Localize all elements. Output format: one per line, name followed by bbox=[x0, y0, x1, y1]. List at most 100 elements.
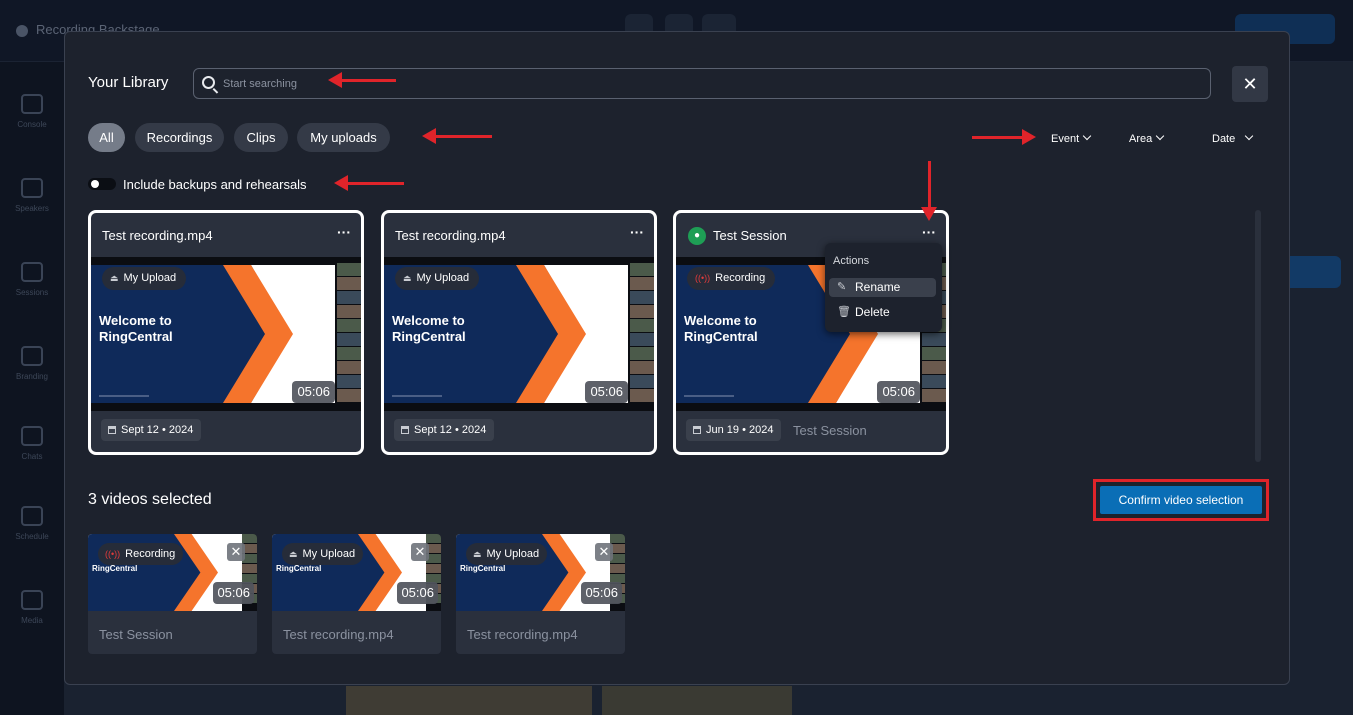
search-box[interactable] bbox=[193, 68, 1211, 99]
background-sidebar-item: Media bbox=[12, 590, 52, 625]
source-badge: ⏏ My Upload bbox=[282, 543, 364, 565]
source-badge: ⏏ My Upload bbox=[102, 267, 187, 290]
slide-title: RingCentral bbox=[276, 564, 322, 573]
video-thumbnail: Welcome to RingCentral ⏏ My Upload 05:06 bbox=[91, 257, 361, 411]
annotation-arrow bbox=[328, 72, 396, 88]
duration-label: 05:06 bbox=[585, 381, 628, 403]
more-options-icon[interactable]: ··· bbox=[337, 224, 351, 240]
event-filter-label: Event bbox=[1051, 133, 1080, 145]
edit-icon: ✎ bbox=[837, 281, 847, 293]
tab-recordings[interactable]: Recordings bbox=[135, 123, 224, 152]
card-session-name: Test Session bbox=[793, 423, 867, 438]
backups-toggle-label: Include backups and rehearsals bbox=[123, 177, 307, 192]
selected-video-name: Test Session bbox=[99, 627, 173, 642]
close-button[interactable]: ✕ bbox=[1232, 66, 1268, 102]
source-badge: ((•)) Recording bbox=[98, 543, 184, 565]
close-icon: ✕ bbox=[1242, 74, 1258, 94]
remove-selection-button[interactable]: ✕ bbox=[411, 543, 429, 561]
delete-menu-item[interactable]: 🗑 Delete bbox=[829, 303, 936, 322]
actions-menu: Actions ✎ Rename 🗑 Delete bbox=[825, 243, 942, 332]
tab-all[interactable]: All bbox=[88, 123, 125, 152]
recording-icon: ((•)) bbox=[695, 273, 711, 283]
duration-label: 05:06 bbox=[213, 582, 254, 604]
selected-count-heading: 3 videos selected bbox=[88, 491, 212, 508]
date-badge: Sept 12 • 2024 bbox=[394, 419, 495, 441]
annotation-arrow bbox=[972, 129, 1036, 145]
tab-clips[interactable]: Clips bbox=[234, 123, 288, 152]
search-input[interactable] bbox=[223, 75, 1123, 93]
search-icon bbox=[202, 76, 215, 89]
slide-title: RingCentral bbox=[460, 564, 506, 573]
source-badge: ⏏ My Upload bbox=[466, 543, 548, 565]
toggle-knob bbox=[91, 180, 99, 188]
upload-icon: ⏏ bbox=[403, 273, 412, 283]
calendar-icon bbox=[693, 426, 701, 434]
upload-icon: ⏏ bbox=[473, 549, 482, 559]
recording-icon: ((•)) bbox=[105, 549, 121, 559]
background-sidebar-item: Speakers bbox=[12, 178, 52, 213]
annotation-arrow bbox=[334, 175, 404, 191]
calendar-icon bbox=[108, 426, 116, 434]
slide-title: Welcome to RingCentral bbox=[392, 313, 466, 344]
slide-title: Welcome to RingCentral bbox=[99, 313, 173, 344]
annotation-arrow bbox=[422, 128, 492, 144]
upload-icon: ⏏ bbox=[110, 273, 119, 283]
card-title: Test recording.mp4 bbox=[102, 228, 213, 243]
chevron-down-icon bbox=[1245, 131, 1254, 141]
upload-icon: ⏏ bbox=[289, 549, 298, 559]
more-options-icon[interactable]: ··· bbox=[630, 224, 644, 240]
background-sidebar-item: Console bbox=[12, 94, 52, 129]
selected-video-card: RingCentral ⏏ My Upload ✕ 05:06 Test reco… bbox=[272, 534, 441, 654]
date-badge: Jun 19 • 2024 bbox=[686, 419, 782, 441]
duration-label: 05:06 bbox=[877, 381, 920, 403]
area-filter-dropdown[interactable]: Area bbox=[1129, 131, 1165, 145]
selected-video-card: RingCentral ⏏ My Upload ✕ 05:06 Test reco… bbox=[456, 534, 625, 654]
background-sidebar-item: Sessions bbox=[12, 262, 52, 297]
remove-selection-button[interactable]: ✕ bbox=[227, 543, 245, 561]
duration-label: 05:06 bbox=[397, 582, 438, 604]
date-filter-label: Date bbox=[1212, 133, 1236, 145]
more-options-icon[interactable]: ··· bbox=[922, 224, 936, 240]
chevron-down-icon bbox=[1156, 131, 1165, 141]
background-sidebar: Console Speakers Sessions Branding Chats… bbox=[0, 62, 64, 715]
selected-video-name: Test recording.mp4 bbox=[283, 627, 394, 642]
scrollbar[interactable] bbox=[1255, 210, 1261, 462]
selected-video-name: Test recording.mp4 bbox=[467, 627, 578, 642]
event-filter-dropdown[interactable]: Event bbox=[1051, 131, 1092, 145]
remove-selection-button[interactable]: ✕ bbox=[595, 543, 613, 561]
session-group-icon: ● bbox=[688, 227, 706, 245]
rename-menu-item[interactable]: ✎ Rename bbox=[829, 278, 936, 297]
background-sidebar-item: Schedule bbox=[12, 506, 52, 541]
source-badge: ((•)) Recording bbox=[687, 267, 776, 290]
slide-title: Welcome to RingCentral bbox=[684, 313, 758, 344]
tab-my-uploads[interactable]: My uploads bbox=[297, 123, 390, 152]
slide-title: RingCentral bbox=[92, 564, 138, 573]
card-title: Test Session bbox=[713, 228, 787, 243]
background-image bbox=[346, 686, 592, 715]
chevron-down-icon bbox=[1082, 131, 1092, 141]
modal-title: Your Library bbox=[88, 74, 169, 91]
card-title: Test recording.mp4 bbox=[395, 228, 506, 243]
trash-icon: 🗑 bbox=[837, 306, 851, 318]
backups-toggle[interactable] bbox=[88, 178, 116, 190]
background-sidebar-item: Chats bbox=[12, 426, 52, 461]
library-card[interactable]: Test recording.mp4 ··· Welcome to RingCen… bbox=[88, 210, 364, 455]
background-image bbox=[602, 686, 792, 715]
video-thumbnail: Welcome to RingCentral ⏏ My Upload 05:06 bbox=[384, 257, 654, 411]
area-filter-label: Area bbox=[1129, 133, 1153, 145]
library-card[interactable]: Test recording.mp4 ··· Welcome to RingCen… bbox=[381, 210, 657, 455]
source-badge: ⏏ My Upload bbox=[395, 267, 480, 290]
date-filter-dropdown[interactable]: Date bbox=[1212, 131, 1254, 145]
annotation-arrow bbox=[921, 161, 937, 221]
background-sidebar-item: Branding bbox=[12, 346, 52, 381]
selected-video-card: RingCentral ((•)) Recording ✕ 05:06 Test … bbox=[88, 534, 257, 654]
participant-strip bbox=[630, 263, 654, 407]
actions-menu-heading: Actions bbox=[833, 255, 870, 267]
calendar-icon bbox=[401, 426, 409, 434]
participant-strip bbox=[337, 263, 361, 407]
library-modal: Your Library ✕ All Recordings Clips My u… bbox=[64, 31, 1290, 685]
date-badge: Sept 12 • 2024 bbox=[101, 419, 202, 441]
duration-label: 05:06 bbox=[581, 582, 622, 604]
duration-label: 05:06 bbox=[292, 381, 335, 403]
confirm-selection-button[interactable]: Confirm video selection bbox=[1100, 486, 1262, 514]
